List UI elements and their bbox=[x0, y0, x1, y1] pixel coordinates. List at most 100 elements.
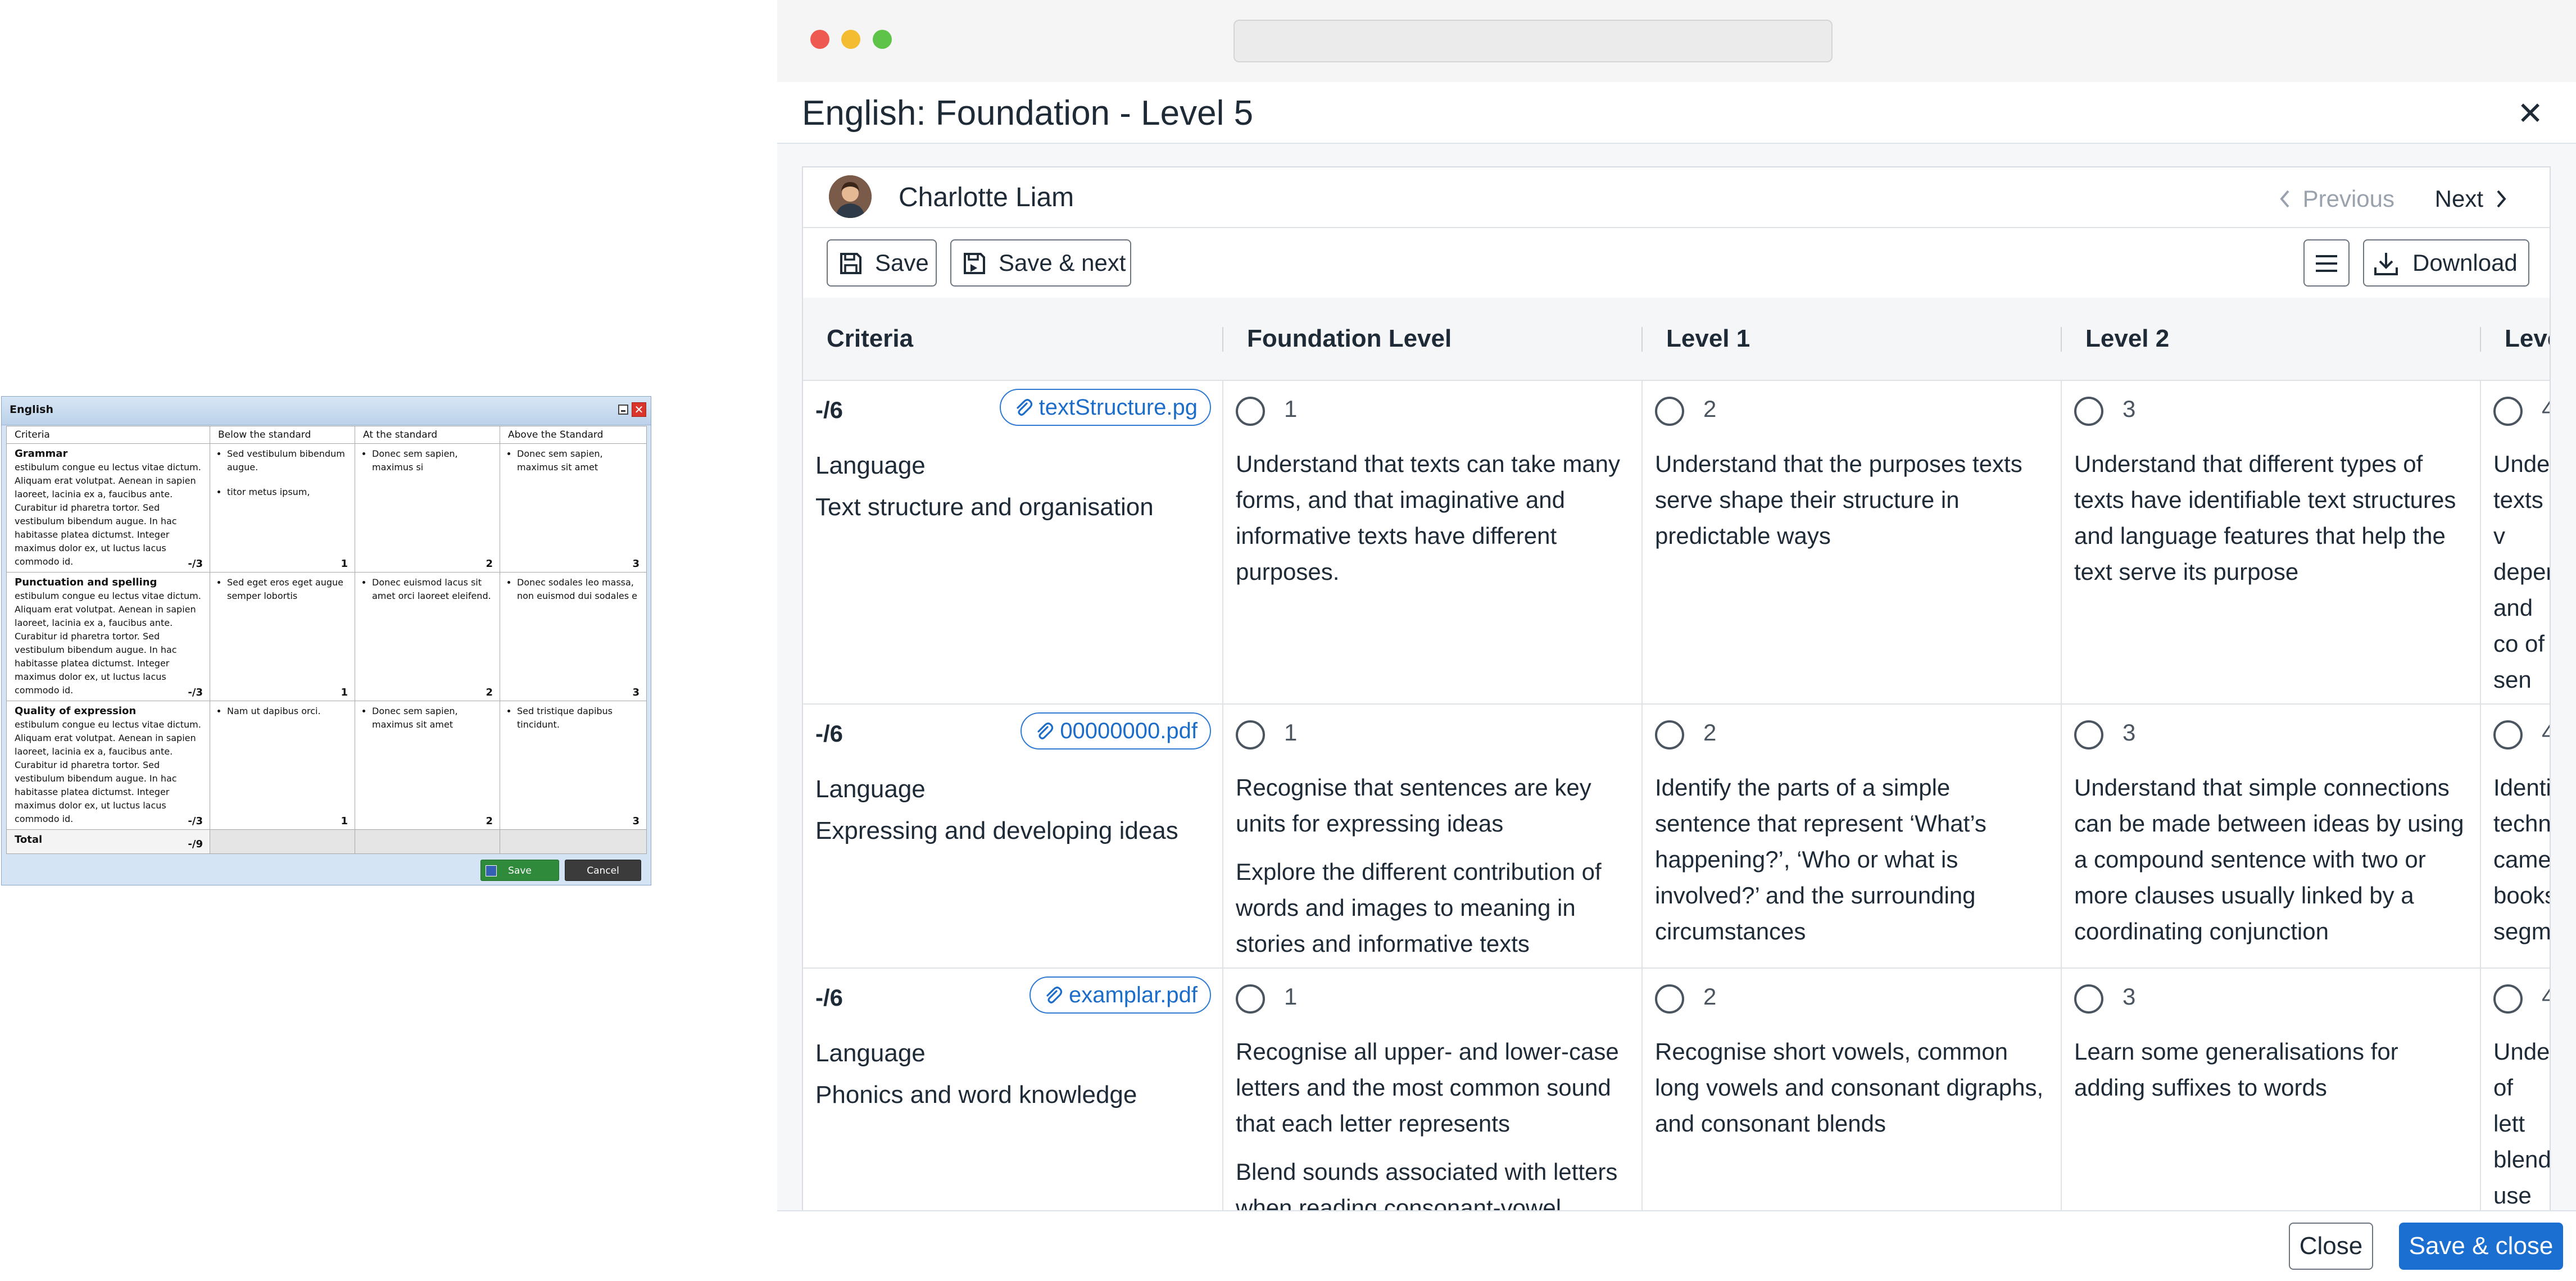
column-header-foundation: Foundation Level bbox=[1247, 325, 1452, 352]
legacy-bullet: Donec sem sapien, maximus sit amet bbox=[517, 447, 638, 474]
legacy-save-button[interactable]: Save bbox=[480, 860, 559, 881]
criterion-title: Text structure and organisation bbox=[815, 493, 1154, 521]
attachment-chip[interactable]: textStructure.pg bbox=[999, 389, 1211, 426]
radio-button[interactable] bbox=[2074, 397, 2103, 426]
legacy-level-cell[interactable]: Donec sem sapien, maximus sit amet 2 bbox=[355, 701, 500, 830]
legacy-level-cell[interactable]: Donec euismod lacus sit amet orci laoree… bbox=[355, 572, 500, 701]
radio-button[interactable] bbox=[1655, 984, 1684, 1014]
address-bar[interactable] bbox=[1233, 20, 1833, 62]
save-button[interactable]: Save bbox=[827, 239, 937, 287]
radio-button[interactable] bbox=[1236, 720, 1265, 749]
level-description: Recognise that sentences are key units f… bbox=[1236, 770, 1629, 974]
legacy-save-label: Save bbox=[508, 865, 532, 876]
level-cell[interactable]: 2 Identify the parts of a simple sentenc… bbox=[1643, 703, 2062, 967]
radio-button[interactable] bbox=[1655, 720, 1684, 749]
window-zoom-dot[interactable] bbox=[873, 30, 892, 49]
level-description: Understand that texts can take many form… bbox=[1236, 446, 1629, 602]
rubric-grid-body: -/6 textStructure.pg Language Text struc… bbox=[803, 380, 2551, 1211]
legacy-level-cell[interactable]: Donec sodales leo massa, non euismod dui… bbox=[500, 572, 647, 701]
floppy-disk-icon bbox=[840, 253, 861, 274]
rubric-panel: Charlotte Liam Previous Next Save Save &… bbox=[802, 166, 2551, 1211]
legacy-bullet: Sed vestibulum bibendum augue. bbox=[227, 447, 347, 474]
criterion-group: Language bbox=[815, 452, 926, 479]
chevron-left-icon bbox=[2279, 190, 2289, 208]
menu-button[interactable] bbox=[2303, 239, 2350, 287]
level-cell[interactable]: 4 Identi techni camer books segme bbox=[2481, 703, 2550, 967]
legacy-total-score: -/9 bbox=[188, 838, 203, 850]
legacy-criterion-name: Quality of expression bbox=[15, 705, 137, 717]
legacy-level-points: 2 bbox=[486, 815, 493, 827]
radio-button[interactable] bbox=[1236, 397, 1265, 426]
legacy-level-cell[interactable]: Donec sem sapien, maximus si 2 bbox=[355, 443, 500, 573]
level-text: Blend sounds associated with letters whe… bbox=[1236, 1159, 1618, 1211]
legacy-criterion-cell: Punctuation and spelling estibulum congu… bbox=[6, 572, 210, 701]
legacy-col-below: Below the standard bbox=[210, 426, 355, 444]
save-close-button[interactable]: Save & close bbox=[2399, 1223, 2563, 1270]
legacy-level-points: 3 bbox=[632, 815, 640, 827]
legacy-level-cell[interactable]: Sed eget eros eget augue semper lobortis… bbox=[210, 572, 355, 701]
legacy-level-cell[interactable]: Sed tristique dapibus tincidunt. 3 bbox=[500, 701, 647, 830]
radio-button[interactable] bbox=[1236, 984, 1265, 1014]
level-text: Under texts v deper and co of sen bbox=[2493, 451, 2551, 693]
level-cell[interactable]: 1 Recognise that sentences are key units… bbox=[1223, 703, 1643, 967]
avatar-portrait bbox=[829, 175, 872, 218]
criterion-score: -/6 bbox=[815, 984, 843, 1011]
column-header-level-1: Level 1 bbox=[1666, 325, 1750, 352]
legacy-criterion-score: -/3 bbox=[188, 815, 203, 827]
dialog-header: English: Foundation - Level 5 ✕ bbox=[777, 82, 2576, 144]
level-cell[interactable]: 2 Understand that the purposes texts ser… bbox=[1643, 380, 2062, 703]
download-button[interactable]: Download bbox=[2363, 239, 2529, 287]
radio-button[interactable] bbox=[2074, 984, 2103, 1014]
legacy-total-row: Total -/9 bbox=[6, 829, 647, 854]
save-next-button[interactable]: Save & next bbox=[950, 239, 1131, 287]
level-cell[interactable]: 3 Learn some generalisations for adding … bbox=[2062, 967, 2481, 1210]
level-cell[interactable]: 4 Under texts v deper and co of sen bbox=[2481, 380, 2550, 703]
level-cell[interactable]: 4 Under of lett blend use m comm bbox=[2481, 967, 2551, 1210]
criterion-cell: -/6 examplar.pdf Language Phonics and wo… bbox=[803, 967, 1223, 1210]
next-button[interactable]: Next bbox=[2435, 184, 2509, 212]
legacy-col-criteria: Criteria bbox=[6, 426, 210, 444]
radio-button[interactable] bbox=[2493, 984, 2523, 1014]
level-text: Learn some generalisations for adding su… bbox=[2074, 1038, 2398, 1101]
level-description: Learn some generalisations for adding su… bbox=[2074, 1034, 2468, 1118]
close-icon[interactable]: ✕ bbox=[2517, 98, 2543, 129]
level-cell[interactable]: 2 Recognise short vowels, common long vo… bbox=[1643, 967, 2062, 1210]
radio-button[interactable] bbox=[2493, 720, 2523, 749]
minimize-icon[interactable] bbox=[618, 405, 628, 415]
legacy-total-empty bbox=[355, 829, 500, 854]
level-cell[interactable]: 3 Understand that simple connections can… bbox=[2062, 703, 2481, 967]
attachment-chip[interactable]: 00000000.pdf bbox=[1021, 712, 1211, 749]
level-cell[interactable]: 3 Understand that different types of tex… bbox=[2062, 380, 2481, 703]
radio-button[interactable] bbox=[1655, 397, 1684, 426]
previous-button[interactable]: Previous bbox=[2277, 184, 2394, 212]
legacy-level-cell[interactable]: Sed vestibulum bibendum augue. titor metu… bbox=[210, 443, 355, 573]
close-icon[interactable]: ✕ bbox=[632, 402, 646, 417]
level-description: Under texts v deper and co of sen bbox=[2493, 446, 2550, 710]
legacy-bullet: Donec euismod lacus sit amet orci laoree… bbox=[372, 576, 492, 603]
level-number: 4 bbox=[2542, 983, 2550, 1010]
criterion-title: Phonics and word knowledge bbox=[815, 1081, 1137, 1109]
window-close-dot[interactable] bbox=[810, 30, 829, 49]
column-separator bbox=[1222, 327, 1223, 352]
level-cell[interactable]: 1 Recognise all upper- and lower-case le… bbox=[1223, 967, 1643, 1211]
level-number: 2 bbox=[1703, 719, 1717, 746]
legacy-level-points: 2 bbox=[486, 687, 493, 698]
legacy-level-cell[interactable]: Nam ut dapibus orci. 1 bbox=[210, 701, 355, 830]
legacy-criterion-description: estibulum congue eu lectus vitae dictum.… bbox=[15, 719, 201, 824]
legacy-level-cell[interactable]: Donec sem sapien, maximus sit amet 3 bbox=[500, 443, 647, 573]
level-text: Under of lett blend use m comm bbox=[2493, 1038, 2551, 1209]
radio-button[interactable] bbox=[2493, 397, 2523, 426]
legacy-titlebar: English ✕ bbox=[2, 397, 651, 425]
legacy-cancel-button[interactable]: Cancel bbox=[565, 860, 641, 881]
dialog-title: English: Foundation - Level 5 bbox=[802, 94, 1254, 133]
close-button[interactable]: Close bbox=[2289, 1223, 2373, 1270]
attachment-chip[interactable]: examplar.pdf bbox=[1029, 976, 1211, 1014]
radio-button[interactable] bbox=[2074, 720, 2103, 749]
window-minimize-dot[interactable] bbox=[841, 30, 860, 49]
column-separator bbox=[2061, 327, 2062, 352]
level-text: Understand that different types of texts… bbox=[2074, 451, 2456, 585]
level-cell[interactable]: 1 Understand that texts can take many fo… bbox=[1223, 380, 1643, 703]
student-bar: Charlotte Liam Previous Next bbox=[803, 167, 2550, 228]
legacy-bullet: Sed eget eros eget augue semper lobortis bbox=[227, 576, 347, 603]
level-description: Identify the parts of a simple sentence … bbox=[1655, 770, 2048, 962]
